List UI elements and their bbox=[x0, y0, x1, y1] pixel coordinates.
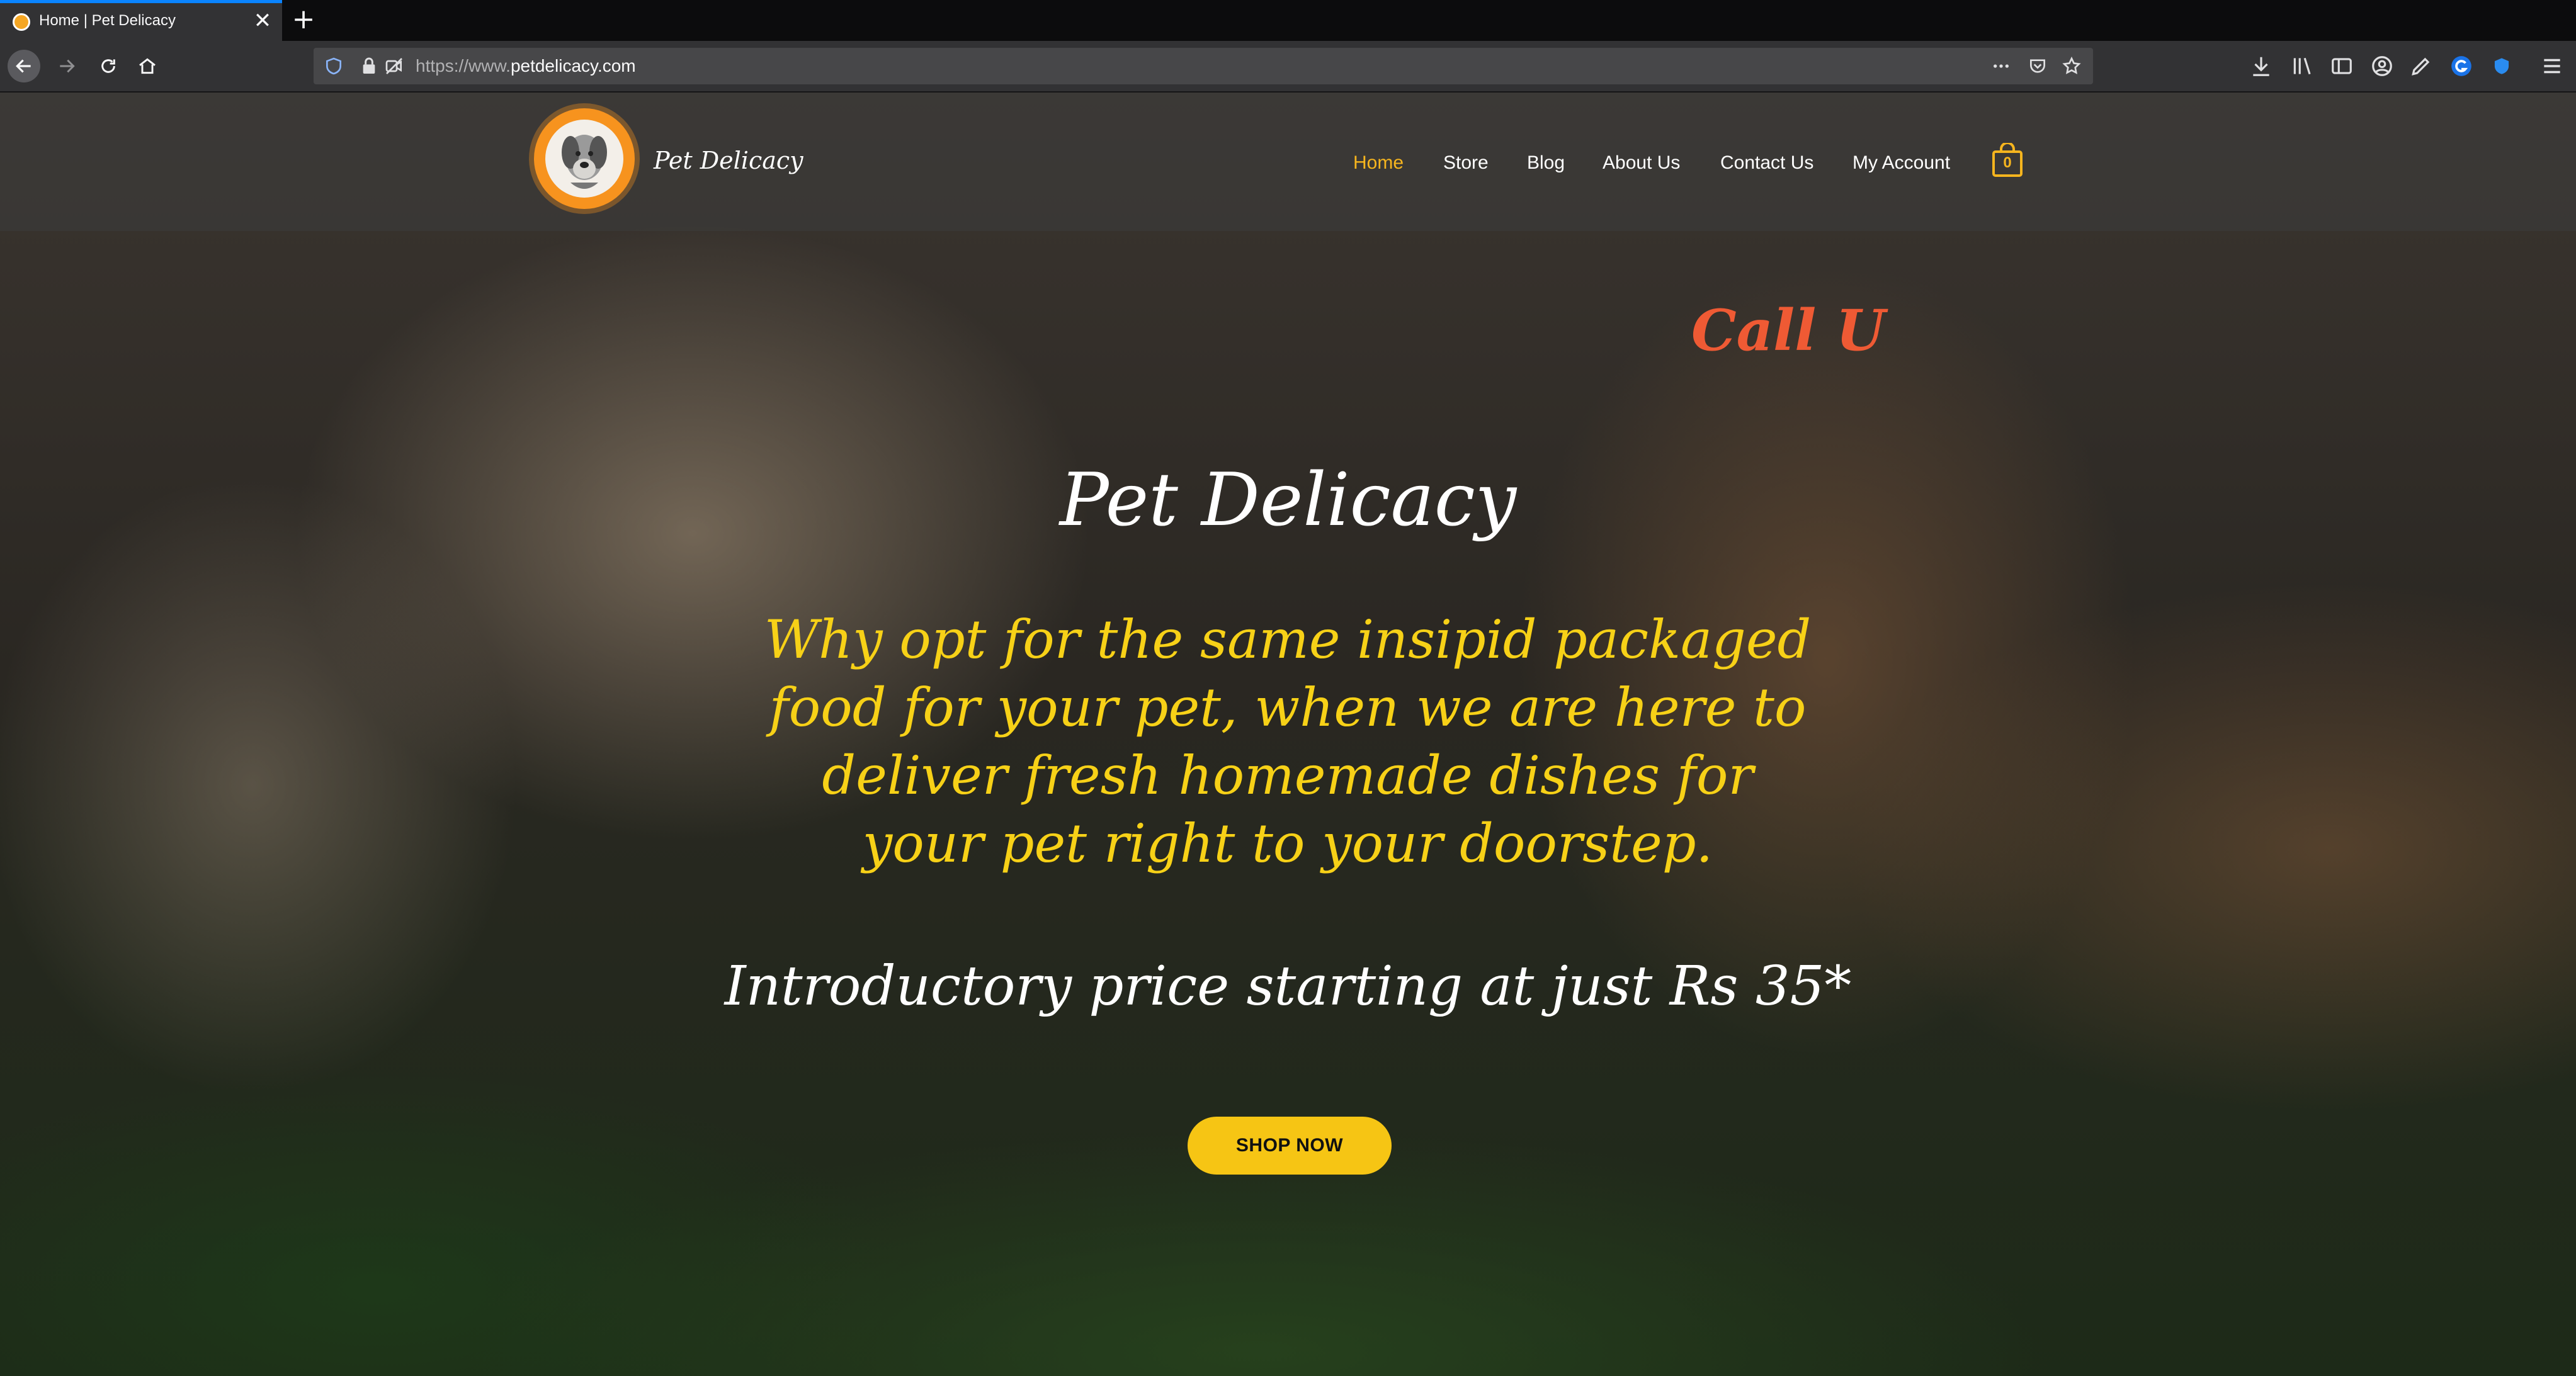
bookmark-star-icon[interactable] bbox=[2062, 56, 2082, 76]
home-button[interactable] bbox=[131, 50, 164, 82]
web-page: Pet Delicacy Home Store Blog About Us Co… bbox=[0, 93, 2576, 1376]
nav-my-account[interactable]: My Account bbox=[1853, 152, 1950, 174]
site-header: Pet Delicacy Home Store Blog About Us Co… bbox=[0, 93, 2576, 231]
site-favicon-icon bbox=[13, 13, 30, 31]
reload-icon bbox=[101, 59, 115, 73]
site-brand-name[interactable]: Pet Delicacy bbox=[654, 147, 803, 174]
extension-shield-icon[interactable] bbox=[2490, 54, 2514, 78]
more-icon[interactable] bbox=[1991, 56, 2011, 76]
new-tab-button[interactable]: + bbox=[290, 4, 317, 35]
close-tab-icon[interactable]: ✕ bbox=[252, 8, 273, 33]
reload-button[interactable] bbox=[92, 50, 125, 82]
call-us-text: Call U bbox=[1691, 297, 1886, 364]
shield-icon[interactable] bbox=[324, 56, 344, 76]
active-tab[interactable]: Home | Pet Delicacy ✕ bbox=[0, 0, 282, 41]
nav-about-us[interactable]: About Us bbox=[1603, 152, 1680, 174]
nav-store[interactable]: Store bbox=[1443, 152, 1489, 174]
sidebar-icon[interactable] bbox=[2330, 54, 2354, 78]
permissions-icon[interactable] bbox=[384, 56, 404, 76]
tab-strip: Home | Pet Delicacy ✕ + bbox=[0, 0, 2576, 41]
site-logo[interactable] bbox=[534, 108, 635, 209]
pocket-icon[interactable] bbox=[2028, 56, 2048, 76]
introductory-price: Introductory price starting at just Rs 3… bbox=[724, 955, 1852, 1018]
hero-title: Pet Delicacy bbox=[1059, 458, 1517, 543]
home-icon bbox=[139, 58, 156, 74]
forward-button[interactable] bbox=[50, 50, 83, 82]
lock-icon[interactable] bbox=[359, 56, 379, 76]
nav-home[interactable]: Home bbox=[1353, 152, 1404, 174]
shop-now-button[interactable]: SHOP NOW bbox=[1188, 1117, 1392, 1175]
menu-icon[interactable] bbox=[2540, 54, 2564, 78]
url-text[interactable]: https://www.petdelicacy.com bbox=[416, 56, 636, 76]
dog-logo-icon bbox=[545, 120, 623, 198]
back-arrow-icon bbox=[16, 59, 31, 73]
tab-title: Home | Pet Delicacy bbox=[39, 12, 176, 29]
nav-blog[interactable]: Blog bbox=[1527, 152, 1565, 174]
back-button[interactable] bbox=[8, 50, 40, 82]
cart-count: 0 bbox=[2003, 154, 2012, 171]
nav-contact-us[interactable]: Contact Us bbox=[1720, 152, 1813, 174]
extension-icon[interactable] bbox=[2449, 54, 2473, 78]
account-icon[interactable] bbox=[2370, 54, 2394, 78]
cart-button[interactable]: 0 bbox=[1991, 142, 2024, 178]
address-bar[interactable]: https://www.petdelicacy.com bbox=[314, 48, 2093, 84]
forward-arrow-icon bbox=[60, 59, 75, 73]
hero-description: Why opt for the same insipid packaged fo… bbox=[764, 609, 1812, 874]
library-icon[interactable] bbox=[2291, 54, 2315, 78]
pen-icon[interactable] bbox=[2409, 54, 2433, 78]
download-icon[interactable] bbox=[2249, 54, 2273, 78]
